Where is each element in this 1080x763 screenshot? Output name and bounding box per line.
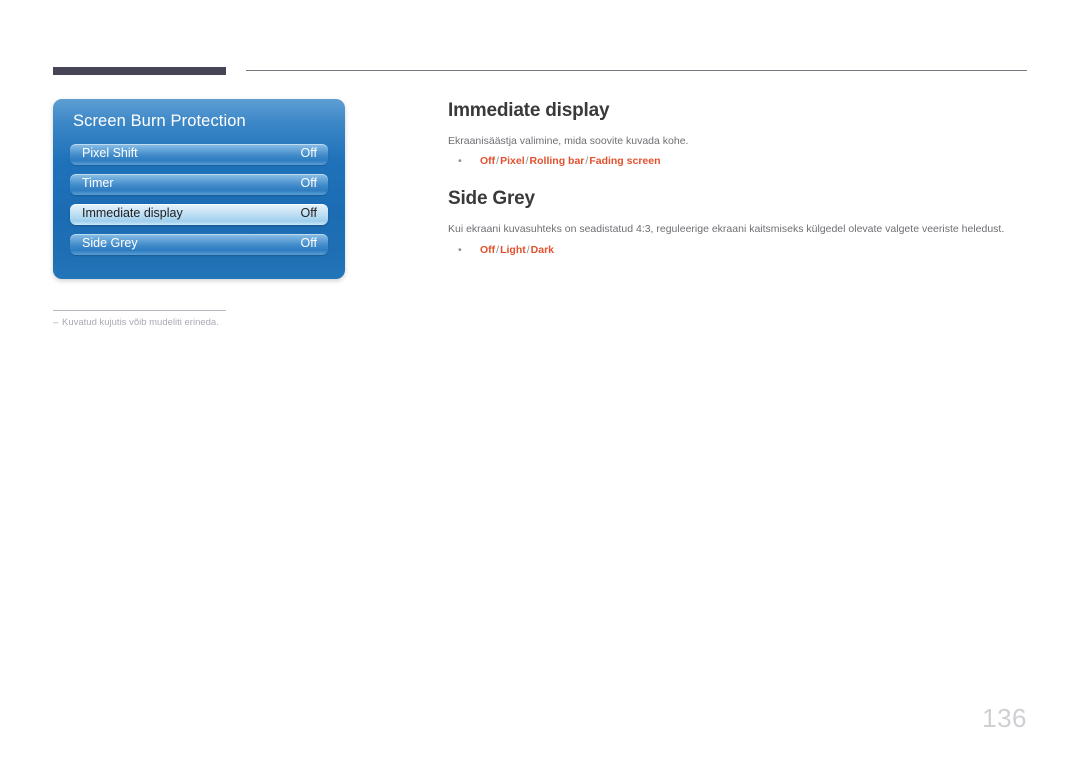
section-options-immediate-display: • Off/Pixel/Rolling bar/Fading screen — [458, 155, 661, 167]
osd-menu-item-pixel-shift[interactable]: Pixel Shift Off — [70, 144, 328, 165]
osd-panel-title: Screen Burn Protection — [73, 112, 246, 130]
option-value: Pixel — [500, 155, 525, 167]
header-rule-thin — [246, 70, 1027, 71]
option-value: Off — [480, 244, 496, 256]
osd-menu-item-label: Immediate display — [82, 206, 183, 220]
page-number: 136 — [982, 703, 1027, 733]
osd-menu-item-value: Off — [300, 236, 317, 250]
osd-menu-list: Pixel Shift Off Timer Off Immediate disp… — [70, 144, 328, 255]
section-heading-side-grey: Side Grey — [448, 188, 535, 209]
footnote-dash: – — [53, 317, 59, 328]
option-value: Dark — [530, 244, 555, 256]
osd-menu-item-side-grey[interactable]: Side Grey Off — [70, 234, 328, 255]
osd-menu-item-timer[interactable]: Timer Off — [70, 174, 328, 195]
footnote: – Kuvatud kujutis võib mudeliti erineda. — [53, 317, 219, 328]
header-rule-thick — [53, 67, 226, 75]
footnote-text: Kuvatud kujutis võib mudeliti erineda. — [62, 317, 219, 328]
osd-menu-item-value: Off — [300, 176, 317, 190]
option-value: Fading screen — [589, 155, 661, 167]
osd-menu-item-value: Off — [300, 206, 317, 220]
section-options-side-grey: • Off/Light/Dark — [458, 244, 554, 256]
option-value: Off — [480, 155, 496, 167]
option-value: Light — [500, 244, 526, 256]
section-heading-immediate-display: Immediate display — [448, 100, 610, 121]
osd-menu-item-label: Timer — [82, 176, 114, 190]
osd-menu-item-value: Off — [300, 146, 317, 160]
osd-menu-item-immediate-display[interactable]: Immediate display Off — [70, 204, 328, 225]
section-description-immediate-display: Ekraanisäästja valimine, mida soovite ku… — [448, 135, 689, 147]
option-value: Rolling bar — [529, 155, 585, 167]
osd-menu-item-label: Side Grey — [82, 236, 138, 250]
section-description-side-grey: Kui ekraani kuvasuhteks on seadistatud 4… — [448, 223, 1005, 235]
bullet-icon: • — [458, 244, 462, 256]
osd-panel: Screen Burn Protection Pixel Shift Off T… — [53, 99, 345, 279]
bullet-icon: • — [458, 155, 462, 167]
footnote-divider — [53, 310, 226, 311]
osd-menu-item-label: Pixel Shift — [82, 146, 138, 160]
